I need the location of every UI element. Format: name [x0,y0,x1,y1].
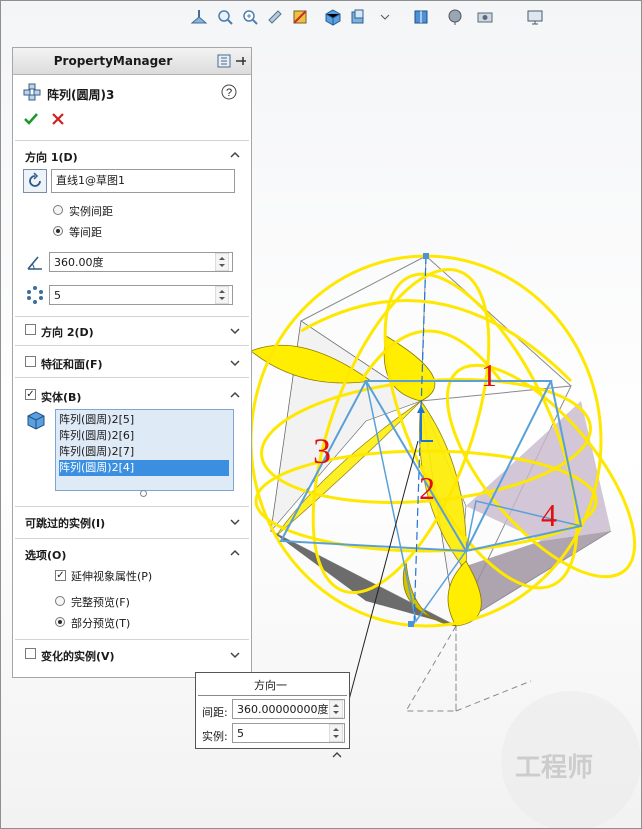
divider [15,377,249,378]
spacing-label: 间距: [202,706,228,719]
divider [198,695,347,696]
options-header[interactable]: 选项(O) [25,547,66,563]
divider [15,639,249,640]
pattern-axis-field[interactable]: 直线1@草图1 [51,169,235,193]
spacing-stepper[interactable] [329,700,343,718]
list-resize-handle[interactable] [140,490,147,497]
count-stepper[interactable] [215,286,229,304]
bodies-to-pattern-icon [27,411,45,430]
divider [15,316,249,317]
help-icon[interactable]: ? [221,84,237,100]
divider [15,140,249,141]
list-item[interactable]: 阵列(圆周)2[7] [59,444,229,460]
view-orientation-icon[interactable] [190,8,208,26]
circular-pattern-icon [23,83,41,101]
dropdown-arrow-icon[interactable] [376,8,394,26]
bodies-checkbox[interactable]: ✓ [25,389,36,400]
angle-stepper[interactable] [215,253,229,271]
callout-collapse-icon[interactable] [331,751,343,759]
direction2-header[interactable]: 方向 2(D) [41,324,94,340]
features-faces-checkbox[interactable] [25,356,36,367]
direction2-checkbox[interactable] [25,324,36,335]
features-faces-header[interactable]: 特征和面(F) [41,356,103,372]
pushpin-icon[interactable] [235,56,247,66]
property-manager-header: PropertyManager [13,48,251,75]
bodies-header[interactable]: 实体(B) [41,389,81,405]
equal-spacing-radio[interactable] [53,226,63,236]
angle-field[interactable]: 360.00度 [49,252,233,272]
partial-preview-label: 部分预览(T) [71,617,131,630]
extend-visual-checkbox[interactable]: ✓ [55,570,66,581]
list-item[interactable]: 阵列(圆周)2[5] [59,412,229,428]
annotation-3: 3 [313,431,331,471]
model-viewport[interactable]: 1 2 3 4 [241,241,641,721]
display-monitor-icon[interactable] [526,8,544,26]
instance-spacing-radio[interactable] [53,205,63,215]
rotate-direction-icon[interactable] [23,169,47,193]
direction-callout: 方向一 间距: 360.00000000度 实例: 5 [195,672,350,749]
watermark-logo: 工程师 [501,691,641,828]
annotation-1: 1 [481,357,497,393]
feature-name: 阵列(圆周)3 [47,88,115,102]
full-preview-radio[interactable] [55,596,65,606]
bodies-list[interactable]: 阵列(圆周)2[5] 阵列(圆周)2[6] 阵列(圆周)2[7] 阵列(圆周)2… [55,409,234,491]
varying-instances-checkbox[interactable] [25,648,36,659]
heads-up-toolbar [186,6,606,30]
annotation-2: 2 [419,470,435,506]
chevron-up-icon[interactable] [229,149,241,161]
edit-appearance-icon[interactable] [412,8,430,26]
instance-spacing-label: 实例间距 [69,205,113,218]
full-preview-label: 完整预览(F) [71,596,130,609]
chevron-down-icon[interactable] [229,516,241,528]
property-manager-title: PropertyManager [53,54,173,68]
annotation-4: 4 [541,497,557,533]
close-icon[interactable] [52,113,64,125]
instances-stepper[interactable] [329,724,343,742]
equal-spacing-label: 等间距 [69,226,102,239]
list-item[interactable]: 阵列(圆周)2[6] [59,428,229,444]
zoom-area-icon[interactable] [241,8,259,26]
previous-view-icon[interactable] [266,8,284,26]
display-style-icon[interactable] [324,8,342,26]
pin-panel-icon[interactable] [217,54,231,68]
callout-title: 方向一 [254,679,287,692]
divider [15,345,249,346]
section-view-icon[interactable] [291,8,309,26]
apply-scene-icon[interactable] [446,8,464,26]
partial-preview-radio[interactable] [55,617,65,627]
chevron-down-icon[interactable] [229,357,241,369]
svg-text:?: ? [226,87,232,99]
instances-count-icon [27,286,43,304]
watermark-text: 工程师 [515,753,594,783]
hide-show-items-icon[interactable] [349,8,367,26]
graphics-area[interactable]: 1 2 3 4 PropertyManager 阵列(圆周)3 ? 方向 1(D… [0,0,642,829]
list-item-selected[interactable]: 阵列(圆周)2[4] [59,460,229,476]
chevron-up-icon[interactable] [229,389,241,401]
pattern-axis [408,253,433,627]
zoom-to-fit-icon[interactable] [216,8,234,26]
divider [15,538,249,539]
direction1-header[interactable]: 方向 1(D) [25,149,78,165]
view-settings-icon[interactable] [476,8,494,26]
property-manager-panel: PropertyManager 阵列(圆周)3 ? 方向 1(D) 直线1@草图… [12,47,252,678]
angle-icon [27,256,42,270]
extend-visual-label: 延伸视象属性(P) [71,570,153,583]
chevron-down-icon[interactable] [229,325,241,337]
varying-instances-header[interactable]: 变化的实例(V) [41,648,115,664]
chevron-up-icon[interactable] [229,547,241,559]
check-icon[interactable] [23,112,39,126]
divider [15,506,249,507]
chevron-down-icon[interactable] [229,649,241,661]
instances-count-field[interactable]: 5 [49,285,233,305]
skip-instances-header[interactable]: 可跳过的实例(I) [25,515,105,531]
instances-label: 实例: [202,730,228,743]
